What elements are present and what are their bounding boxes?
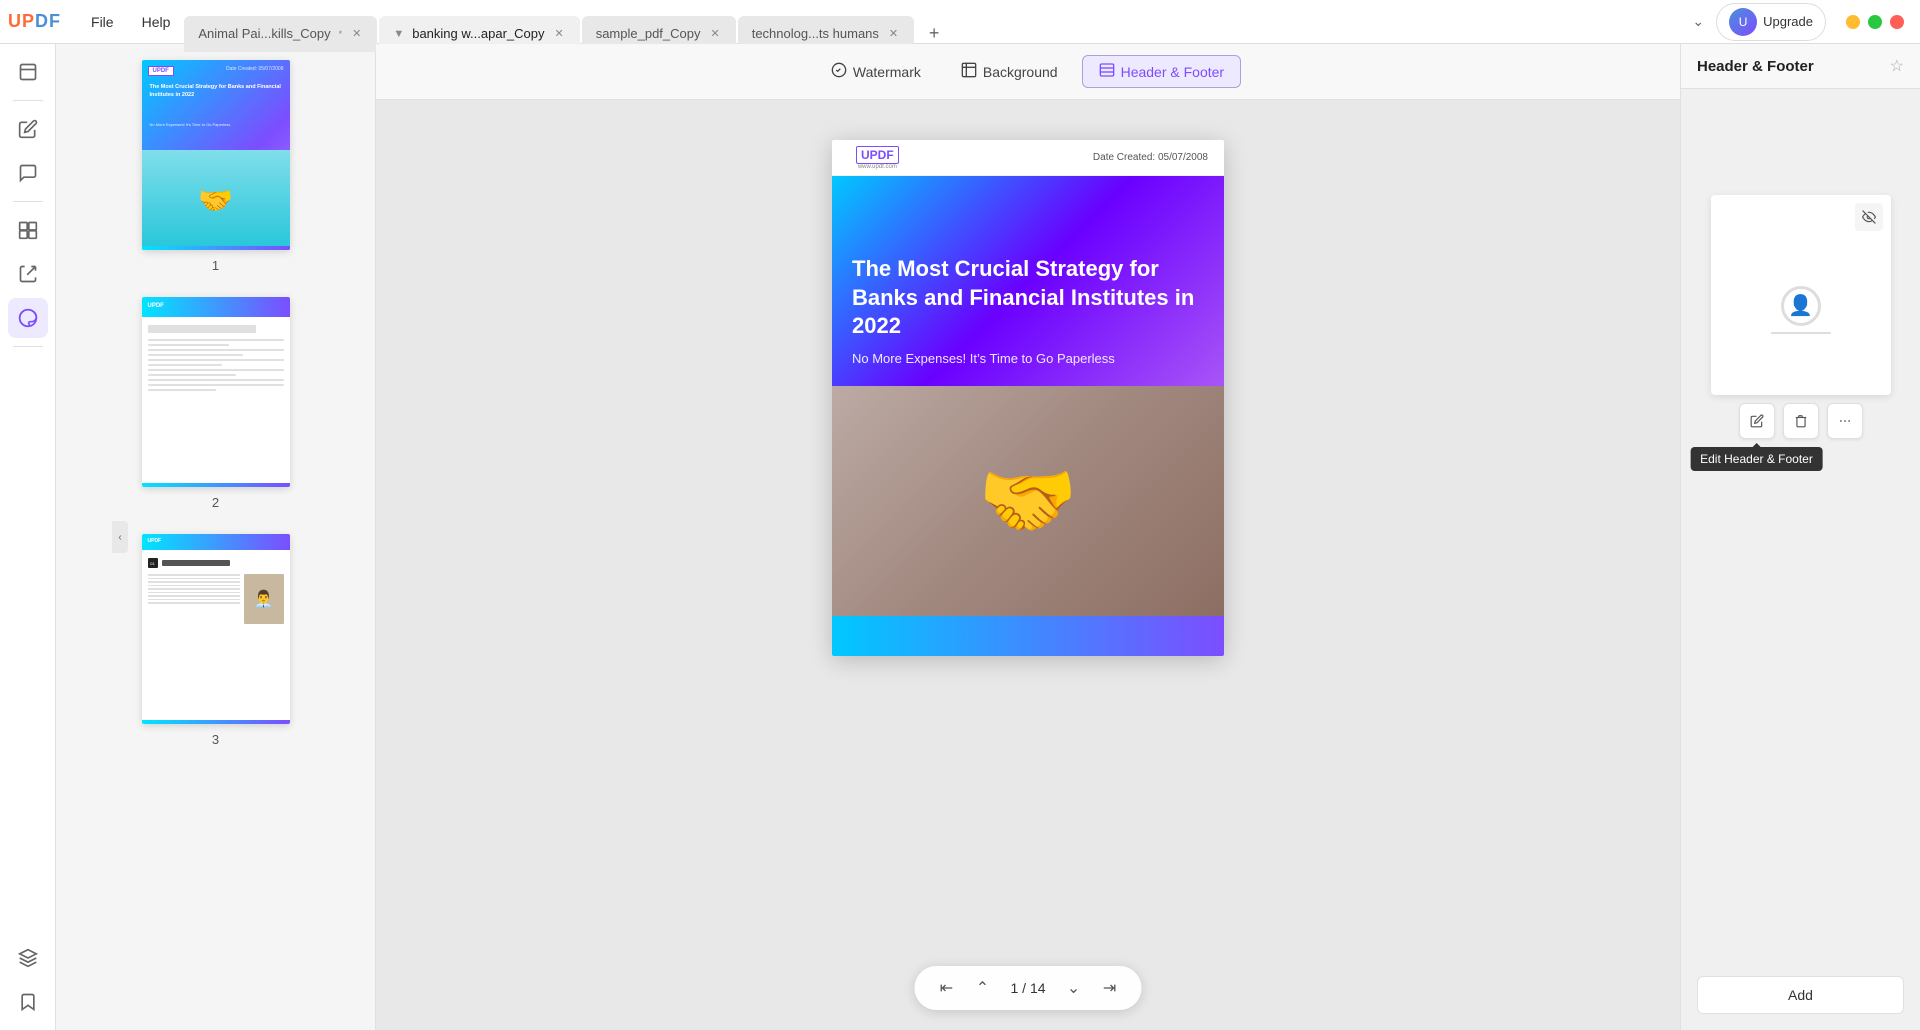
thumbnail-img-3: UPDF 01	[142, 534, 290, 724]
sidebar-icon-layers[interactable]	[8, 938, 48, 978]
pdf-subtitle: No More Expenses! It’s Time to Go Paperl…	[852, 351, 1204, 366]
pdf-page-header: UPDF www.updf.com Date Created: 05/07/20…	[832, 140, 1224, 176]
person-icon: 👤	[1771, 286, 1831, 334]
background-label: Background	[983, 64, 1058, 80]
pdf-gradient-area: The Most Crucial Strategy for Banks and …	[832, 176, 1224, 386]
tabs-area: Animal Pai...kills_Copy * ✕ ▼ banking w.…	[184, 0, 1684, 44]
topbar: UPDF File Help Animal Pai...kills_Copy *…	[0, 0, 1920, 44]
pdf-logo-area: UPDF www.updf.com	[848, 142, 907, 174]
center-content: Watermark Background Header & Footer	[376, 44, 1680, 1030]
tab-animal[interactable]: Animal Pai...kills_Copy * ✕	[184, 16, 377, 52]
menu-file[interactable]: File	[77, 0, 128, 44]
sidebar-icon-comment[interactable]	[8, 153, 48, 193]
thumbnail-img-1: UPDF Date Created: 05/07/2008 The Most C…	[142, 60, 290, 250]
watermark-icon	[831, 62, 847, 81]
pdf-logo-sub: www.updf.com	[856, 164, 899, 170]
app-logo: UPDF	[8, 11, 61, 32]
right-panel-title: Header & Footer	[1697, 58, 1814, 75]
watermark-button[interactable]: Watermark	[815, 56, 937, 87]
minimize-button[interactable]	[1846, 15, 1860, 29]
header-footer-button[interactable]: Header & Footer	[1082, 55, 1242, 88]
right-panel-spacer	[1681, 553, 1920, 977]
sidebar-icon-design[interactable]	[8, 298, 48, 338]
watermark-label: Watermark	[853, 64, 921, 80]
pdf-footer-area	[832, 616, 1224, 656]
topbar-right: ⌄ U Upgrade	[1684, 3, 1912, 41]
edit-hf-button[interactable]	[1739, 403, 1775, 439]
thumbnail-panel: UPDF Date Created: 05/07/2008 The Most C…	[56, 44, 376, 1030]
header-footer-icon	[1099, 62, 1115, 81]
pdf-date: Date Created: 05/07/2008	[1093, 152, 1208, 163]
tab-close-3[interactable]: ✕	[709, 25, 722, 42]
page-number-2: 2	[212, 495, 219, 510]
toolbar: Watermark Background Header & Footer	[376, 44, 1680, 100]
page-info: 1 / 14	[1002, 980, 1053, 996]
page-number-1: 1	[212, 258, 219, 273]
hf-preview-card: 👤	[1711, 195, 1891, 395]
page-first-button[interactable]: ⇤	[930, 972, 962, 1004]
thumbnail-page-3[interactable]: UPDF 01	[56, 534, 375, 747]
sidebar-icon-pages[interactable]	[8, 52, 48, 92]
hf-preview-area: 👤 Edit Header & Footer	[1681, 89, 1920, 553]
collapse-button[interactable]: ‹	[112, 521, 128, 553]
background-icon	[961, 62, 977, 81]
main-area: ‹ UPDF Date Created: 05/07/2008 The Most…	[0, 44, 1920, 1030]
sidebar-separator	[13, 100, 43, 101]
delete-hf-button[interactable]	[1783, 403, 1819, 439]
tab-close-2[interactable]: ✕	[552, 25, 565, 42]
upgrade-label: Upgrade	[1763, 14, 1813, 29]
page-prev-button[interactable]: ⌃	[966, 972, 998, 1004]
tab-label: Animal Pai...kills_Copy	[198, 26, 330, 41]
thumbnail-page-2[interactable]: UPDF	[56, 297, 375, 510]
sidebar-separator-2	[13, 201, 43, 202]
upgrade-button[interactable]: U Upgrade	[1716, 3, 1826, 41]
pdf-title: The Most Crucial Strategy for Banks and …	[852, 255, 1204, 341]
more-hf-button[interactable]	[1827, 403, 1863, 439]
sidebar-icon-edit[interactable]	[8, 109, 48, 149]
page-number-3: 3	[212, 732, 219, 747]
sidebar-separator-3	[13, 346, 43, 347]
menu-help[interactable]: Help	[128, 0, 185, 44]
avatar: U	[1729, 8, 1757, 36]
header-footer-label: Header & Footer	[1121, 64, 1225, 80]
pdf-viewer[interactable]: UPDF www.updf.com Date Created: 05/07/20…	[376, 100, 1680, 1030]
thumbnail-page-1[interactable]: UPDF Date Created: 05/07/2008 The Most C…	[56, 60, 375, 273]
pagination: ⇤ ⌃ 1 / 14 ⌄ ⇥	[914, 966, 1141, 1010]
edit-tooltip: Edit Header & Footer	[1690, 447, 1823, 471]
tab-close-4[interactable]: ✕	[887, 25, 900, 42]
hf-preview-image: 👤	[1771, 256, 1831, 334]
sidebar-icon-bookmark[interactable]	[8, 982, 48, 1022]
thumbnail-img-2: UPDF	[142, 297, 290, 487]
tab-label: sample_pdf_Copy	[596, 26, 701, 41]
close-button[interactable]	[1890, 15, 1904, 29]
pdf-image-area: 🤝	[832, 386, 1224, 616]
eye-slash-button[interactable]	[1855, 203, 1883, 231]
tab-label: technolog...ts humans	[752, 26, 879, 41]
pdf-page: UPDF www.updf.com Date Created: 05/07/20…	[832, 140, 1224, 656]
page-last-button[interactable]: ⇥	[1094, 972, 1126, 1004]
tab-close-1[interactable]: ✕	[350, 25, 363, 42]
tabs-chevron[interactable]: ⌄	[1692, 13, 1704, 30]
hf-action-buttons: Edit Header & Footer	[1711, 395, 1891, 447]
edit-button-wrap: Edit Header & Footer	[1739, 403, 1775, 439]
star-button[interactable]: ☆	[1890, 56, 1904, 76]
pdf-logo: UPDF	[856, 146, 899, 164]
right-panel: Header & Footer ☆ 👤	[1680, 44, 1920, 1030]
right-panel-header: Header & Footer ☆	[1681, 44, 1920, 89]
maximize-button[interactable]	[1868, 15, 1882, 29]
tab-label: banking w...apar_Copy	[412, 26, 544, 41]
sidebar-icon-convert[interactable]	[8, 254, 48, 294]
background-button[interactable]: Background	[945, 56, 1074, 87]
add-hf-button[interactable]: Add	[1697, 976, 1904, 1014]
sidebar-icons	[0, 44, 56, 1030]
page-next-button[interactable]: ⌄	[1058, 972, 1090, 1004]
sidebar-icon-organize[interactable]	[8, 210, 48, 250]
window-controls	[1846, 15, 1904, 29]
